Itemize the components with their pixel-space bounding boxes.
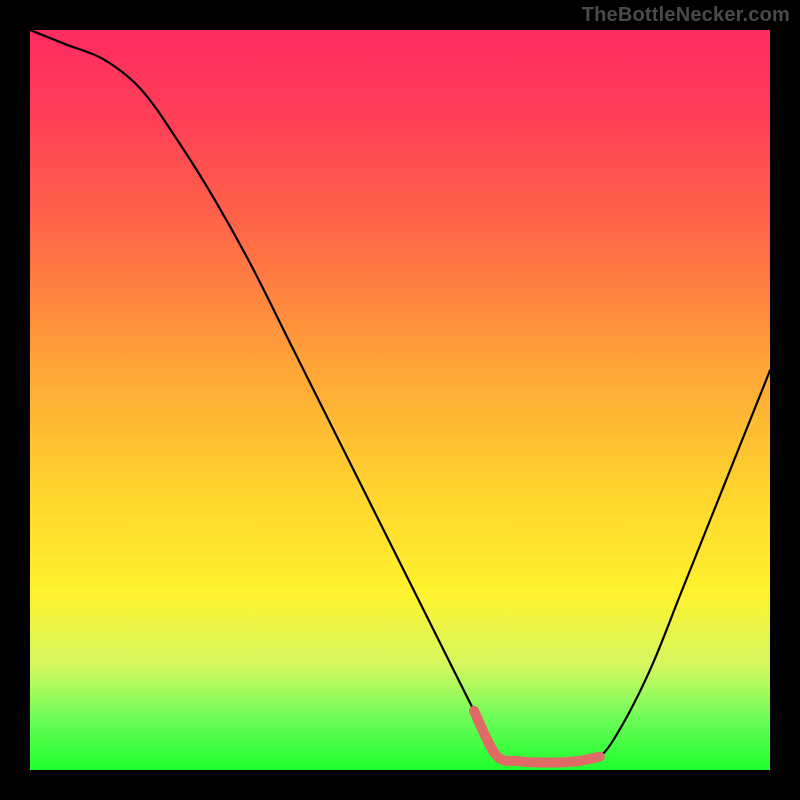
curves-layer: [30, 30, 770, 770]
watermark-text: TheBottleNecker.com: [582, 4, 790, 27]
stage: TheBottleNecker.com: [0, 0, 800, 800]
curve-minimum-highlight: [474, 711, 600, 763]
plot-area: [30, 30, 770, 770]
bottleneck-curve: [30, 30, 770, 763]
